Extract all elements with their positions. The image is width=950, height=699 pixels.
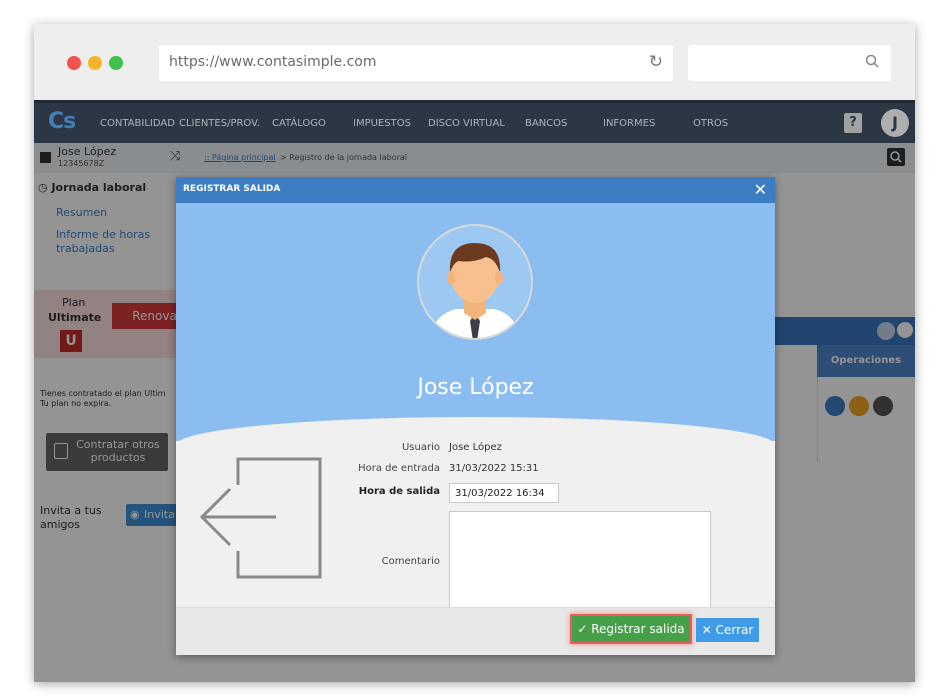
exit-time-input[interactable] — [449, 483, 559, 503]
user-label: Usuario — [401, 442, 440, 453]
user-value: Jose López — [449, 442, 502, 453]
user-avatar-icon — [417, 224, 533, 340]
entry-time-value: 31/03/2022 15:31 — [449, 463, 539, 474]
register-exit-label: Registrar salida — [591, 622, 685, 636]
navbar-dim — [34, 100, 915, 143]
person-name: Jose López — [417, 375, 534, 400]
minimize-window-dot[interactable] — [88, 56, 102, 70]
entry-time-label: Hora de entrada — [358, 463, 440, 474]
browser-window: https://www.contasimple.com ↻ Cs CONTABI… — [34, 24, 915, 682]
reload-icon[interactable]: ↻ — [649, 52, 663, 72]
search-icon — [865, 54, 879, 68]
browser-chrome: https://www.contasimple.com ↻ — [34, 24, 915, 100]
close-x-icon: ✕ — [701, 623, 712, 637]
comment-textarea[interactable] — [449, 511, 711, 614]
maximize-window-dot[interactable] — [109, 56, 123, 70]
url-text: https://www.contasimple.com — [169, 54, 377, 70]
dialog-footer: ✓ Registrar salida ✕ Cerrar — [176, 607, 775, 655]
dialog-header: REGISTRAR SALIDA ✕ — [176, 177, 775, 203]
close-window-dot[interactable] — [67, 56, 81, 70]
close-dialog-button[interactable]: ✕ Cerrar — [696, 618, 759, 642]
exit-time-label: Hora de salida — [358, 486, 440, 497]
dialog-hero: Jose López — [176, 203, 775, 441]
register-exit-button[interactable]: ✓ Registrar salida — [570, 614, 692, 644]
check-icon: ✓ — [577, 622, 588, 636]
close-icon[interactable]: ✕ — [754, 180, 767, 199]
dialog-form: Usuario Jose López Hora de entrada 31/03… — [176, 417, 775, 614]
close-dialog-label: Cerrar — [715, 623, 754, 637]
comment-label: Comentario — [381, 556, 440, 567]
browser-search-box[interactable] — [688, 45, 891, 81]
dialog-title: REGISTRAR SALIDA — [183, 184, 281, 194]
address-bar[interactable]: https://www.contasimple.com ↻ — [159, 45, 673, 81]
register-exit-dialog: REGISTRAR SALIDA ✕ Jose López Usuario Jo… — [176, 177, 775, 655]
